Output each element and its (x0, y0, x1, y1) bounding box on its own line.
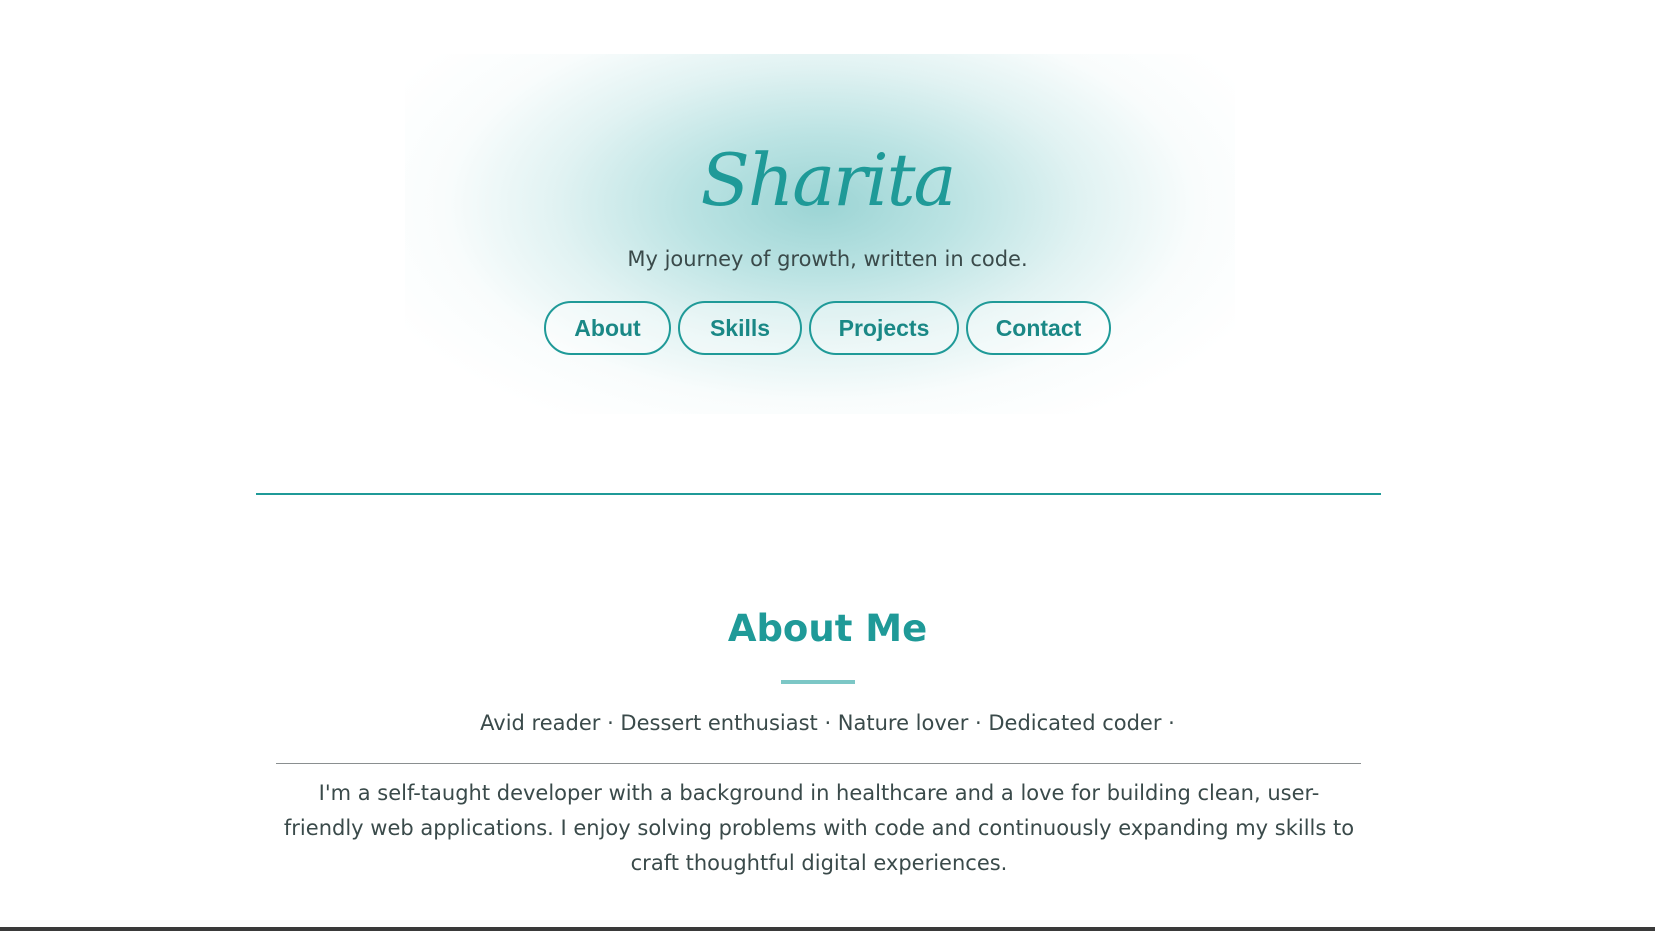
nav-projects-button[interactable]: Projects (809, 301, 959, 355)
bottom-border (0, 927, 1655, 931)
header-divider (256, 493, 1381, 495)
nav-skills-button[interactable]: Skills (678, 301, 802, 355)
nav-contact-button[interactable]: Contact (966, 301, 1111, 355)
about-divider (276, 763, 1361, 764)
hero-background (405, 54, 1235, 414)
title-underline (781, 680, 855, 684)
main-nav: About Skills Projects Contact (0, 301, 1655, 355)
nav-about-button[interactable]: About (544, 301, 671, 355)
site-tagline: My journey of growth, written in code. (627, 247, 1028, 271)
about-bio: I'm a self-taught developer with a backg… (283, 781, 1355, 875)
about-traits: Avid reader · Dessert enthusiast · Natur… (480, 711, 1175, 735)
about-title: About Me (727, 607, 928, 650)
site-logo-name: Sharita (700, 138, 957, 222)
